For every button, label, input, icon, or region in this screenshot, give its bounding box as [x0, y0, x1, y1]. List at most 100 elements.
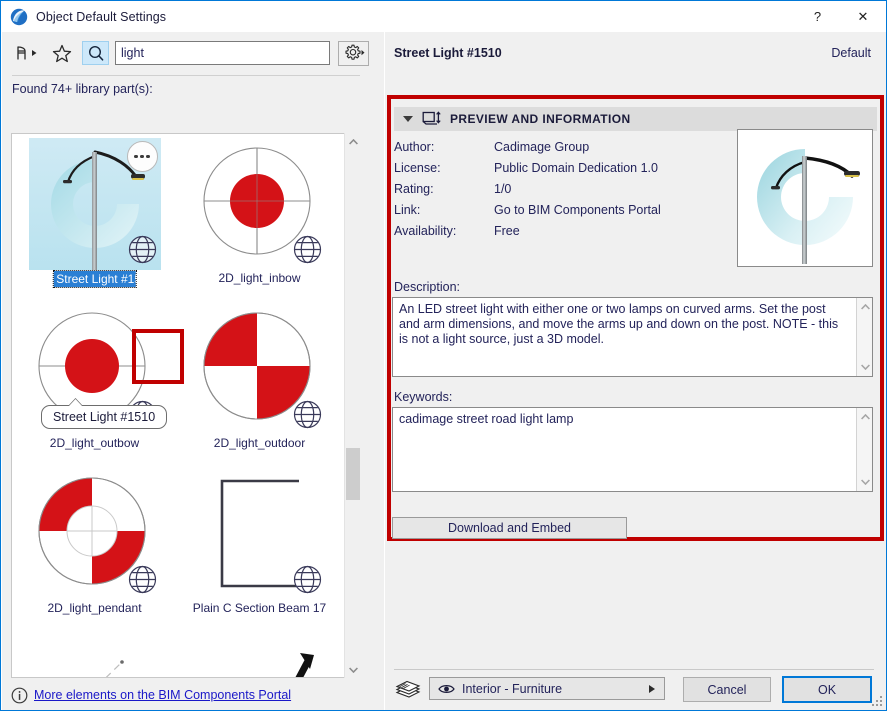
info-row-author: Author: Cadimage Group: [394, 136, 754, 157]
download-and-embed-button[interactable]: Download and Embed: [392, 517, 627, 539]
info-row-license: License: Public Domain Dedication 1.0: [394, 157, 754, 178]
portal-link-row: More elements on the BIM Components Port…: [11, 683, 360, 707]
street-light-render-thumbnail: [28, 138, 161, 270]
chair-icon[interactable]: [10, 41, 44, 65]
default-label: Default: [831, 46, 871, 60]
chevron-down-icon[interactable]: [403, 116, 413, 122]
info-key: License:: [394, 160, 441, 175]
library-toolbar: light: [2, 37, 384, 69]
dot: [140, 154, 144, 159]
keywords-textarea[interactable]: cadimage street road light lamp: [392, 407, 873, 492]
list-item[interactable]: 2D_light_outdoor: [177, 299, 342, 464]
2d-light-inbow-symbol: [194, 138, 326, 270]
globe-icon: [291, 233, 324, 266]
found-count-label: Found 74+ library part(s):: [12, 82, 153, 96]
list-item-label: 2D_light_inbow: [218, 271, 301, 285]
scroll-up-icon[interactable]: [857, 409, 874, 425]
globe-icon: [126, 233, 159, 266]
info-key: Rating:: [394, 181, 434, 196]
resize-grip[interactable]: [872, 696, 883, 707]
keywords-label: Keywords:: [394, 390, 453, 404]
scroll-down-icon[interactable]: [857, 474, 874, 490]
star-icon[interactable]: [48, 41, 76, 65]
list-item-label: Plain C Section Beam 17: [192, 601, 327, 615]
info-key: Author:: [394, 139, 435, 154]
street-light-preview-image: [737, 129, 873, 267]
search-icon[interactable]: [82, 41, 109, 65]
scrollbar-thumb[interactable]: [346, 448, 360, 500]
globe-icon: [291, 398, 324, 431]
info-icon: [11, 687, 28, 704]
library-items-grid[interactable]: Street Light #1510 2D_light_inbow 2D_lig…: [11, 133, 360, 678]
dot: [134, 154, 138, 159]
list-item-label: 2D_light_outbow: [49, 436, 140, 450]
page-title: Street Light #1510: [394, 46, 502, 60]
gear-icon[interactable]: [338, 40, 369, 66]
help-button[interactable]: ?: [795, 1, 840, 32]
c-section-beam-symbol: [194, 468, 326, 600]
info-value: Free: [494, 223, 520, 238]
preview-monitor-icon: [422, 110, 441, 128]
detail-header: Street Light #1510 Default: [385, 42, 886, 64]
window-title: Object Default Settings: [36, 9, 167, 24]
preview-and-information-section-header[interactable]: PREVIEW AND INFORMATION: [394, 107, 877, 131]
keywords-scrollbar[interactable]: [856, 408, 872, 491]
list-item-label: Street Light #1510: [52, 270, 154, 288]
eye-icon: [438, 683, 455, 695]
item-tooltip: Street Light #1510: [41, 398, 168, 429]
search-input[interactable]: light: [115, 41, 330, 65]
footer-divider: [394, 669, 874, 670]
cancel-button[interactable]: Cancel: [683, 677, 771, 702]
globe-icon: [291, 563, 324, 596]
info-key: Availability:: [394, 223, 457, 238]
archicad-icon: [10, 8, 28, 26]
dimension-arrow-symbol: [29, 633, 161, 677]
layer-combobox[interactable]: Interior - Furniture: [429, 677, 665, 700]
2d-light-outdoor-symbol: [194, 303, 326, 435]
2d-light-pendant-symbol: [29, 468, 161, 600]
object-info-list: Author: Cadimage Group License: Public D…: [394, 136, 754, 241]
scroll-down-icon[interactable]: [857, 359, 874, 375]
info-value-link[interactable]: Go to BIM Components Portal: [494, 203, 661, 217]
object-default-settings-dialog: Object Default Settings ? ✕ light Found …: [0, 0, 887, 711]
library-browser-pane: light Found 74+ library part(s): Street …: [2, 32, 384, 710]
close-button[interactable]: ✕: [840, 1, 886, 32]
info-value: 1/0: [494, 181, 512, 196]
layers-icon[interactable]: [394, 680, 421, 698]
tooltip-text: Street Light #1510: [53, 410, 156, 424]
description-textarea[interactable]: An LED street light with either one or t…: [392, 297, 873, 377]
toolbar-divider: [12, 75, 360, 76]
list-item[interactable]: 2D_light_inbow: [177, 134, 342, 299]
description-scrollbar[interactable]: [856, 298, 872, 376]
bim-components-portal-link[interactable]: More elements on the BIM Components Port…: [34, 688, 291, 702]
list-item-label: 2D_light_outdoor: [213, 436, 306, 450]
window-controls: ? ✕: [795, 1, 886, 32]
list-item[interactable]: 2D_light_pendant: [12, 464, 177, 629]
list-item[interactable]: [177, 629, 342, 677]
list-item[interactable]: [12, 629, 177, 677]
info-value: Public Domain Dedication 1.0: [494, 160, 658, 175]
description-label: Description:: [394, 280, 460, 294]
ok-button[interactable]: OK: [782, 676, 872, 703]
info-row-rating: Rating: 1/0: [394, 178, 754, 199]
info-row-link[interactable]: Link: Go to BIM Components Portal: [394, 199, 754, 220]
globe-icon: [126, 563, 159, 596]
dot: [146, 154, 150, 159]
scroll-up-icon[interactable]: [345, 133, 361, 150]
annotation-rect-globe-badge: [132, 329, 184, 384]
chevron-right-icon[interactable]: [649, 684, 655, 693]
info-key: Link:: [394, 202, 421, 217]
scroll-down-icon[interactable]: [345, 661, 361, 678]
scroll-up-icon[interactable]: [857, 299, 874, 315]
arc-and-arrow-symbol: [194, 633, 326, 677]
library-scrollbar[interactable]: [344, 133, 360, 678]
more-options-badge[interactable]: [126, 141, 158, 172]
list-item[interactable]: Plain C Section Beam 17: [177, 464, 342, 629]
list-item-label: 2D_light_pendant: [47, 601, 142, 615]
info-row-availability: Availability: Free: [394, 220, 754, 241]
info-value: Cadimage Group: [494, 139, 590, 154]
list-item[interactable]: Street Light #1510: [12, 134, 177, 299]
layer-value: Interior - Furniture: [462, 681, 563, 696]
section-title: PREVIEW AND INFORMATION: [450, 112, 631, 126]
title-bar: Object Default Settings ? ✕: [1, 1, 886, 32]
